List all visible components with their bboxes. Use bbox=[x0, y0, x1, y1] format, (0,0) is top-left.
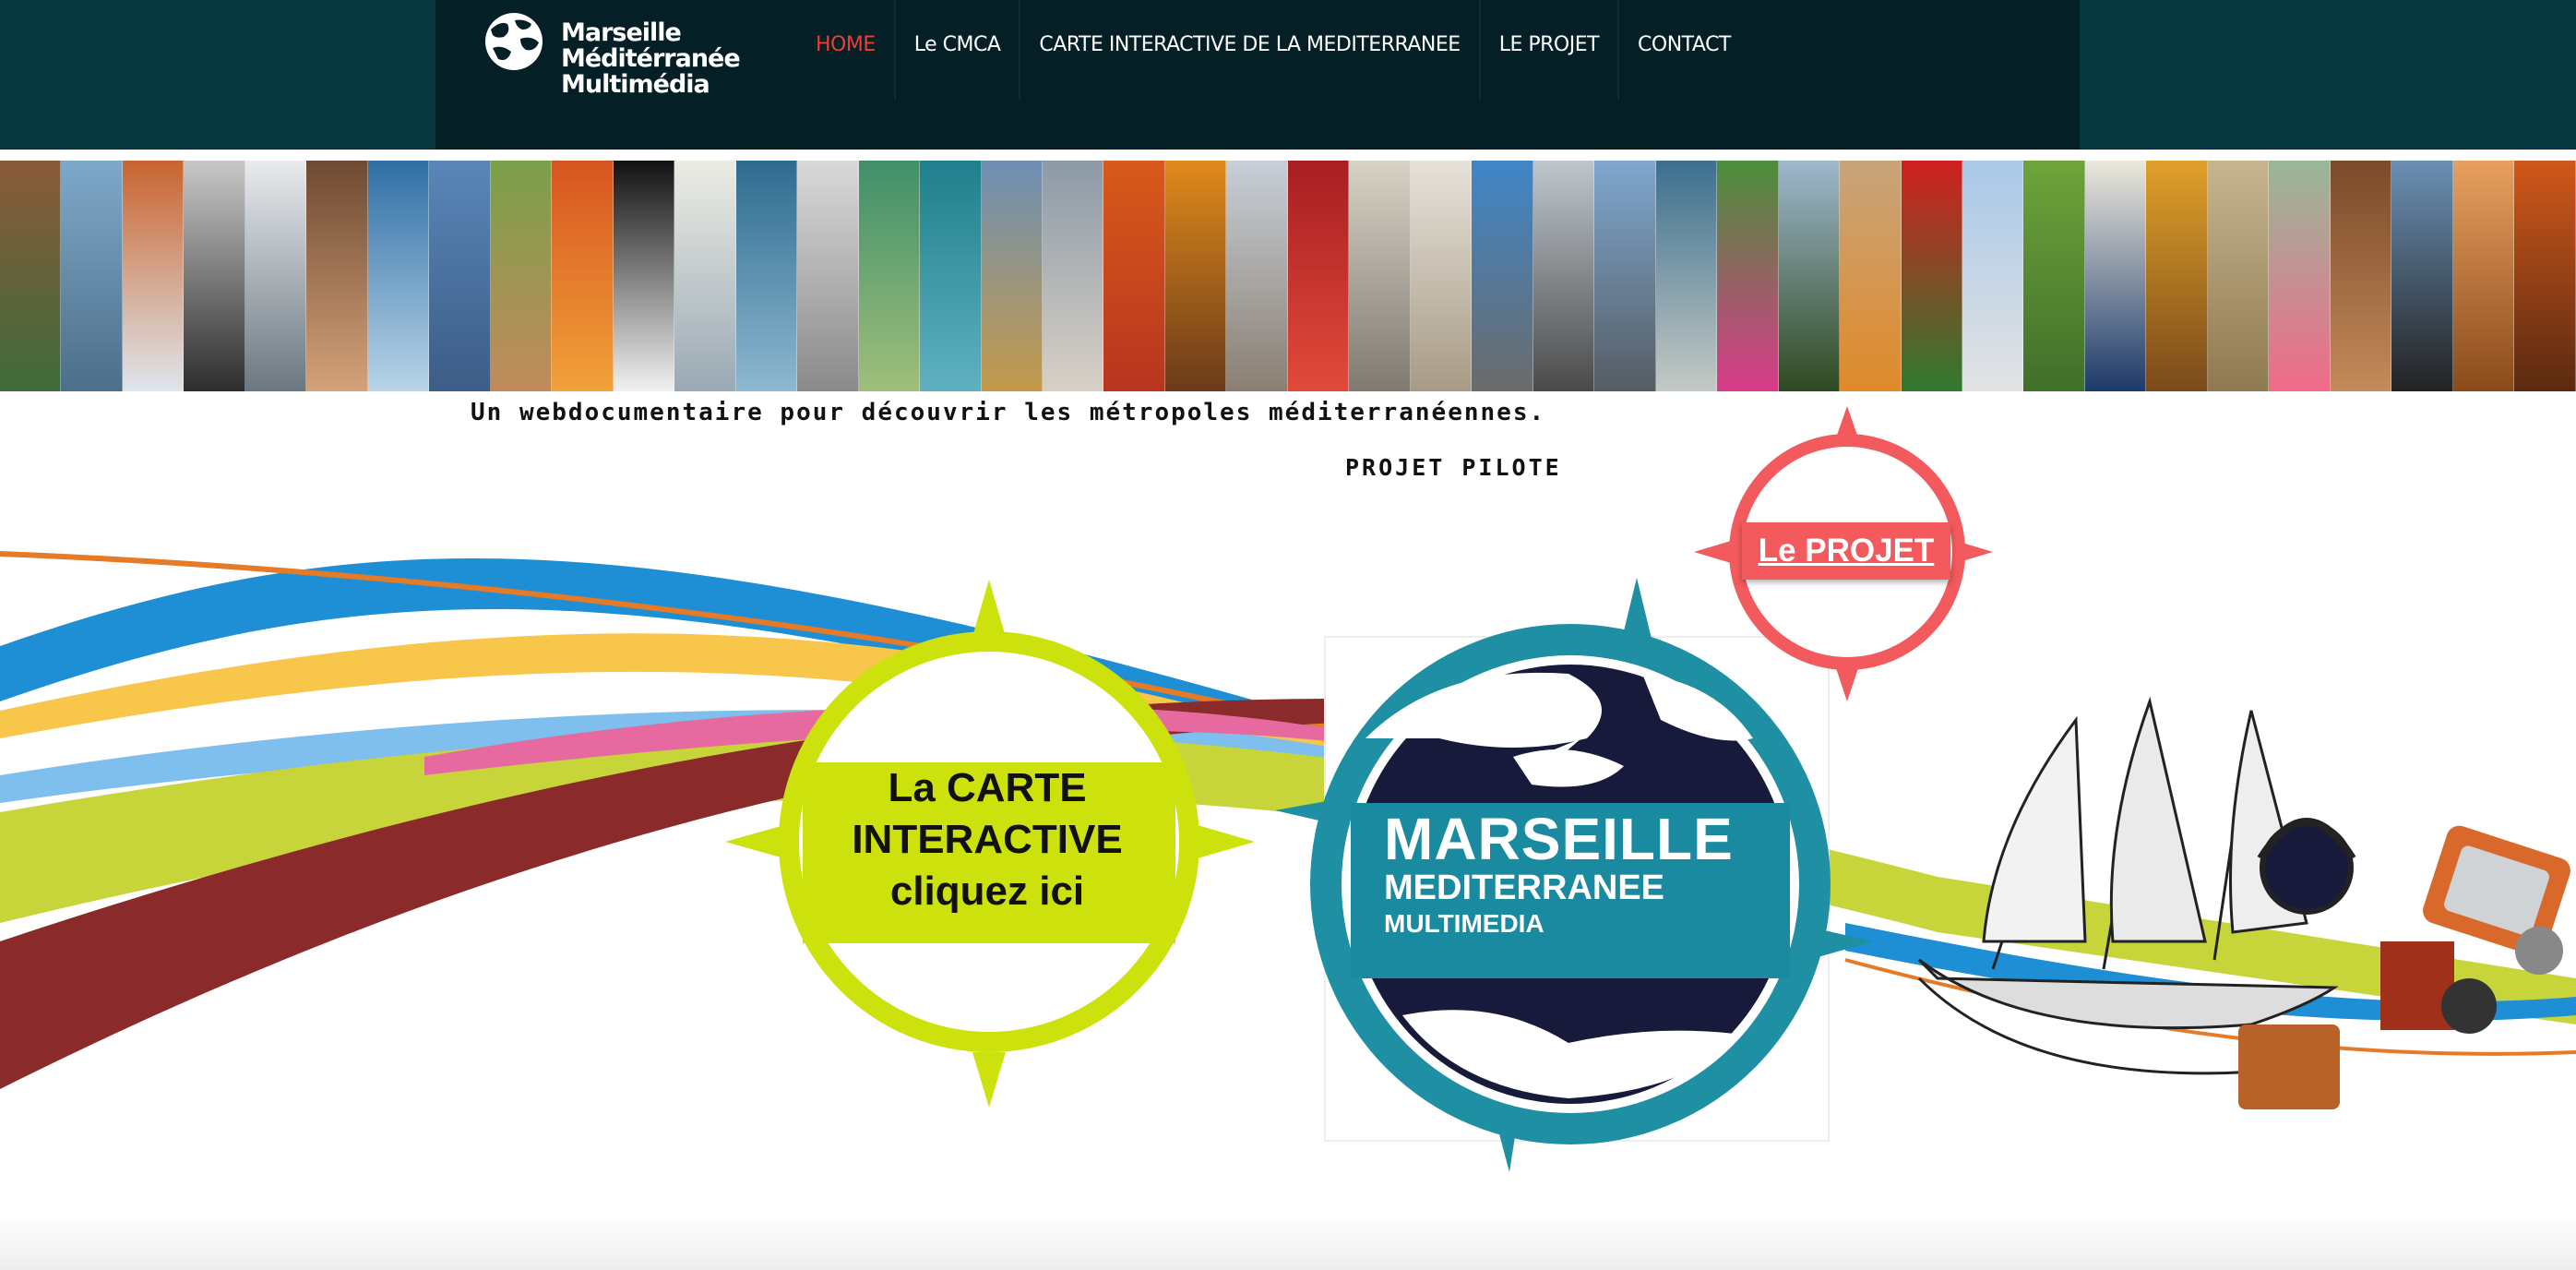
photo-tile bbox=[184, 161, 245, 391]
carte-line-1: La CARTE bbox=[888, 765, 1087, 810]
photo-tile bbox=[2084, 161, 2147, 391]
menu-item-carte-interactive[interactable]: CARTE INTERACTIVE DE LA MEDITERRANEE bbox=[1020, 0, 1481, 100]
photo-tile bbox=[552, 161, 614, 391]
photo-tile bbox=[367, 161, 430, 391]
photo-tile bbox=[1717, 161, 1779, 391]
photo-tile bbox=[1778, 161, 1841, 391]
photo-tile bbox=[1472, 161, 1533, 391]
menu-item-le-projet[interactable]: LE PROJET bbox=[1481, 0, 1620, 100]
carte-line-2: INTERACTIVE bbox=[852, 817, 1123, 862]
photo-tile bbox=[1655, 161, 1718, 391]
header-divider bbox=[0, 150, 2576, 161]
photo-tile bbox=[735, 161, 798, 391]
menu-item-contact[interactable]: CONTACT bbox=[1619, 0, 1749, 100]
carte-interactive-button-label[interactable]: La CARTE INTERACTIVE cliquez ici bbox=[793, 762, 1181, 917]
carte-line-3: cliquez ici bbox=[889, 869, 1085, 914]
photo-mosaic-banner bbox=[0, 161, 2576, 391]
photo-tile bbox=[1901, 161, 1962, 391]
photo-tile bbox=[2452, 161, 2515, 391]
photo-tile bbox=[2269, 161, 2331, 391]
photo-tile bbox=[122, 161, 185, 391]
main-menu: HOME Le CMCA CARTE INTERACTIVE DE LA MED… bbox=[797, 0, 1749, 103]
photo-tile bbox=[613, 161, 675, 391]
mmm-line-2: MEDITERRANEE bbox=[1384, 869, 1665, 907]
photo-tile bbox=[1042, 161, 1104, 391]
photo-tile bbox=[1840, 161, 1902, 391]
le-projet-button[interactable]: Le PROJET bbox=[1742, 522, 1950, 580]
logo-wordmark: Marseille Méditérranée Multimédia bbox=[561, 20, 745, 98]
photo-tile bbox=[2330, 161, 2392, 391]
logo-line-3: Multimédia bbox=[561, 70, 710, 99]
photo-tile bbox=[2207, 161, 2270, 391]
photo-tile bbox=[1287, 161, 1350, 391]
photo-tile bbox=[2514, 161, 2576, 391]
globe-logo-icon bbox=[485, 13, 543, 70]
page-footer-fade bbox=[0, 1215, 2576, 1270]
logo-line-1: Marseille bbox=[561, 18, 682, 47]
photo-tile bbox=[920, 161, 982, 391]
photo-tile bbox=[0, 161, 62, 391]
mmm-line-3: MULTIMEDIA bbox=[1384, 909, 1544, 938]
menu-item-le-cmca[interactable]: Le CMCA bbox=[896, 0, 1021, 100]
photo-tile bbox=[674, 161, 736, 391]
photo-tile bbox=[1103, 161, 1165, 391]
photo-tile bbox=[1594, 161, 1656, 391]
mmm-line-1: MARSEILLE bbox=[1384, 806, 1734, 872]
logo-line-2: Méditérranée bbox=[561, 44, 741, 73]
photo-tile bbox=[429, 161, 491, 391]
photo-tile bbox=[1349, 161, 1411, 391]
photo-tile bbox=[61, 161, 123, 391]
photo-tile bbox=[981, 161, 1043, 391]
photo-tile bbox=[2146, 161, 2208, 391]
hero-illustration bbox=[0, 406, 2576, 1172]
photo-tile bbox=[858, 161, 921, 391]
photo-tile bbox=[1532, 161, 1595, 391]
photo-tile bbox=[797, 161, 859, 391]
site-logo[interactable]: Marseille Méditérranée Multimédia bbox=[483, 11, 741, 107]
photo-tile bbox=[1962, 161, 2024, 391]
photo-tile bbox=[2023, 161, 2085, 391]
photo-tile bbox=[1410, 161, 1473, 391]
photo-tile bbox=[306, 161, 368, 391]
mmm-badge-label[interactable]: MARSEILLE MEDITERRANEE MULTIMEDIA bbox=[1384, 809, 1734, 941]
photo-tile bbox=[2391, 161, 2453, 391]
photo-tile bbox=[1164, 161, 1227, 391]
photo-tile bbox=[1226, 161, 1288, 391]
photo-tile bbox=[244, 161, 307, 391]
photo-tile bbox=[490, 161, 553, 391]
menu-item-home[interactable]: HOME bbox=[797, 0, 896, 100]
